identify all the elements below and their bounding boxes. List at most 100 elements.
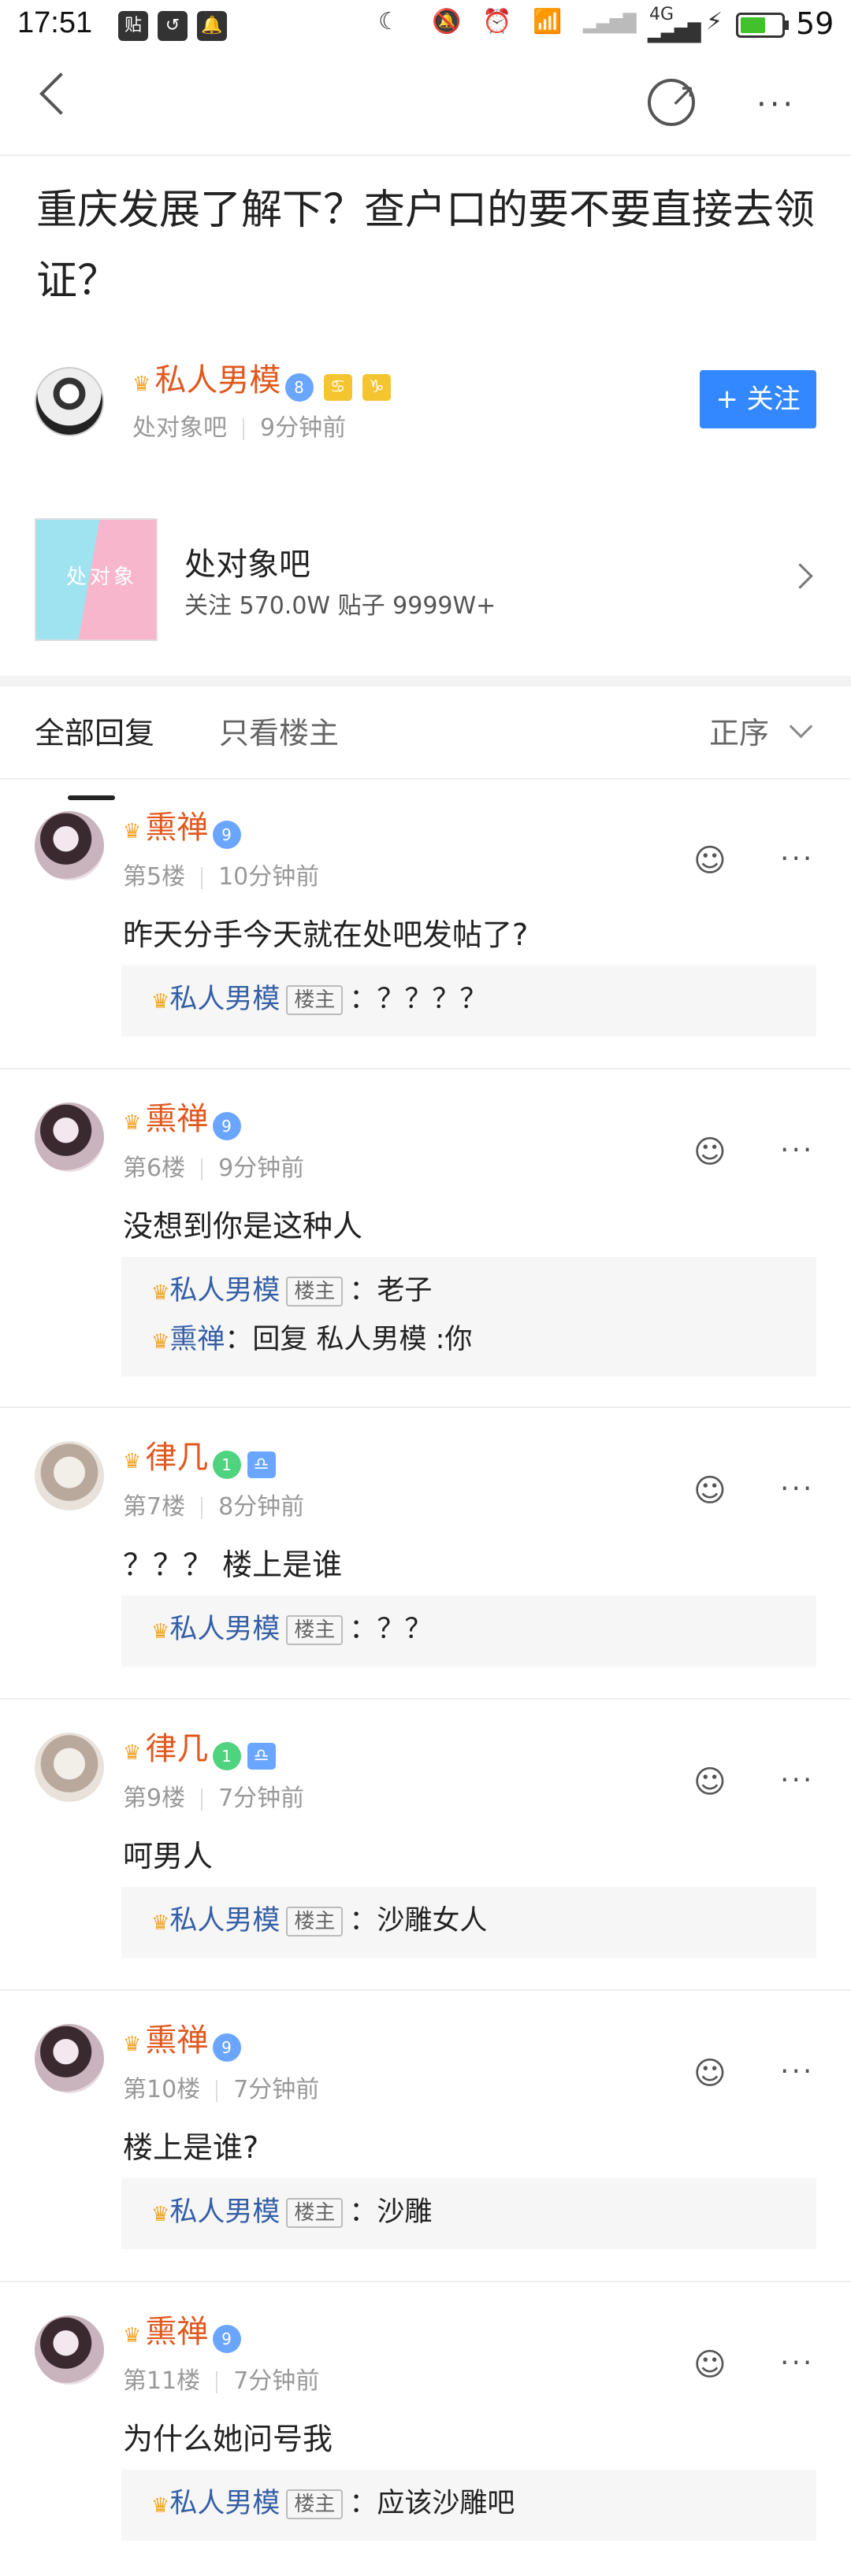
tab-all-replies[interactable]: 全部回复 bbox=[35, 709, 154, 752]
reply-content: 楼上是谁? bbox=[123, 2130, 259, 2165]
reply-name-row: ♛ 熏禅 9 bbox=[123, 2306, 241, 2353]
chevron-right-icon[interactable] bbox=[787, 563, 813, 589]
network-4g-icon: 4G bbox=[649, 5, 674, 24]
reply-emoji-icon[interactable]: ☺ bbox=[693, 2347, 727, 2383]
reply-more-icon[interactable]: ··· bbox=[780, 843, 814, 875]
reply-time: 9分钟前 bbox=[218, 1155, 305, 1182]
reply-author-name[interactable]: 律几 bbox=[145, 1731, 208, 1767]
reply-avatar[interactable] bbox=[35, 1103, 104, 1172]
sub-reply: ♛私人男模 楼主 ：沙雕 bbox=[151, 2189, 432, 2229]
zodiac-libra-icon: ♎ bbox=[247, 1742, 276, 1770]
reply-author-name[interactable]: 熏禅 bbox=[145, 2022, 208, 2059]
signal-icon: ▂▄▆█ bbox=[583, 14, 637, 34]
reply-emoji-icon[interactable]: ☺ bbox=[693, 1134, 727, 1170]
sub-reply-name[interactable]: 私人男模 bbox=[169, 1614, 280, 1645]
battery-percent: 59 bbox=[796, 6, 834, 41]
lz-badge: 楼主 bbox=[286, 2198, 344, 2228]
reply-author-name[interactable]: 熏禅 bbox=[145, 810, 208, 846]
crown-icon: ♛ bbox=[123, 1450, 142, 1473]
crown-icon: ♛ bbox=[151, 1620, 170, 1644]
sub-reply-name[interactable]: 私人男模 bbox=[169, 2488, 280, 2519]
reply-more-icon[interactable]: ··· bbox=[780, 2347, 814, 2379]
author-forum[interactable]: 处对象吧 bbox=[132, 414, 227, 442]
sub-reply-box[interactable]: ♛私人男模 楼主 ：老子 ♛熏禅：回复 私人男模 :你 bbox=[121, 1257, 816, 1377]
reply-time: 7分钟前 bbox=[233, 2076, 320, 2103]
lz-badge: 楼主 bbox=[286, 1907, 344, 1937]
sub-reply-name[interactable]: 私人男模 bbox=[169, 2196, 280, 2228]
reply-divider bbox=[0, 1407, 851, 1408]
reply-author-name[interactable]: 熏禅 bbox=[145, 2314, 208, 2350]
reply-emoji-icon[interactable]: ☺ bbox=[693, 1473, 727, 1509]
sub-reply-name[interactable]: 私人男模 bbox=[169, 1275, 280, 1307]
tab-lz-only[interactable]: 只看楼主 bbox=[219, 709, 339, 752]
crown-icon: ♛ bbox=[123, 1111, 142, 1135]
reply-name-row: ♛ 熏禅 9 bbox=[123, 1093, 241, 1140]
reply-meta: 第10楼 7分钟前 bbox=[123, 2070, 319, 2104]
forum-name[interactable]: 处对象吧 bbox=[184, 539, 310, 584]
chevron-down-icon[interactable] bbox=[789, 714, 813, 739]
status-time: 17:51 bbox=[17, 6, 93, 39]
reply-content: 为什么她问号我 bbox=[123, 2422, 333, 2456]
sub-reply-text: ：？？？？ bbox=[349, 984, 488, 1015]
wifi-icon: 📶 bbox=[533, 8, 563, 35]
author-avatar[interactable] bbox=[35, 367, 104, 436]
sub-reply-box[interactable]: ♛私人男模 楼主 ：沙雕 bbox=[121, 2178, 816, 2249]
reply-emoji-icon[interactable]: ☺ bbox=[693, 2055, 727, 2092]
sub-reply-box[interactable]: ♛私人男模 楼主：？？ bbox=[121, 1596, 816, 1666]
forum-image[interactable]: 处对象 bbox=[35, 518, 158, 641]
sub-reply-box[interactable]: ♛私人男模 楼主：？？？？ bbox=[121, 966, 816, 1036]
lz-badge: 楼主 bbox=[286, 985, 344, 1015]
reply-content: 昨天分手今天就在处吧发帖了? bbox=[123, 917, 529, 952]
top-nav bbox=[0, 54, 851, 156]
reply-more-icon[interactable]: ··· bbox=[780, 1134, 814, 1166]
reply-author-name[interactable]: 熏禅 bbox=[145, 1101, 208, 1137]
reply-content: ？？？ 楼上是谁 bbox=[123, 1547, 343, 1582]
sub-reply-text: ：老子 bbox=[349, 1275, 433, 1307]
tieba-notification-icon: 贴 bbox=[118, 11, 148, 41]
more-icon[interactable]: ··· bbox=[756, 87, 796, 123]
zodiac-cancer-icon: ♋ bbox=[323, 373, 352, 401]
reply-divider bbox=[0, 1068, 851, 1069]
reply-meta: 第11楼 7分钟前 bbox=[123, 2361, 319, 2396]
sub-reply-name[interactable]: 私人男模 bbox=[169, 1905, 280, 1937]
battery-cap bbox=[785, 20, 789, 30]
reply-content: 没想到你是这种人 bbox=[123, 1209, 363, 1244]
reply-avatar[interactable] bbox=[35, 1733, 104, 1802]
follow-button[interactable]: + 关注 bbox=[700, 370, 816, 428]
reply-avatar[interactable] bbox=[35, 1441, 104, 1510]
reply-floor: 第10楼 bbox=[123, 2076, 201, 2103]
crown-icon: ♛ bbox=[132, 373, 151, 396]
sub-reply-text: ：沙雕女人 bbox=[349, 1905, 488, 1937]
zodiac-capricorn-icon: ♑ bbox=[362, 373, 391, 401]
reply-floor: 第9楼 bbox=[123, 1785, 186, 1812]
share-arrow-icon: ↗ bbox=[670, 77, 697, 113]
sub-reply: ♛私人男模 楼主 ：老子 bbox=[151, 1268, 432, 1308]
sync-notification-icon: ↺ bbox=[158, 11, 188, 41]
crown-icon: ♛ bbox=[123, 2033, 142, 2056]
sub-reply: ♛私人男模 楼主 ：沙雕女人 bbox=[151, 1898, 487, 1938]
reply-more-icon[interactable]: ··· bbox=[780, 1473, 814, 1505]
reply-author-name[interactable]: 律几 bbox=[145, 1440, 208, 1476]
reply-avatar[interactable] bbox=[35, 2024, 104, 2093]
sub-reply-box[interactable]: ♛私人男模 楼主 ：沙雕女人 bbox=[121, 1887, 816, 1958]
reply-meta: 第6楼 9分钟前 bbox=[123, 1148, 304, 1183]
sort-dropdown[interactable]: 正序 bbox=[709, 709, 769, 752]
tab-underline bbox=[68, 795, 115, 800]
alarm-icon: ⏰ bbox=[482, 8, 512, 35]
reply-emoji-icon[interactable]: ☺ bbox=[693, 843, 727, 879]
reply-more-icon[interactable]: ··· bbox=[780, 1764, 814, 1796]
battery-icon bbox=[736, 13, 785, 38]
reply-time: 10分钟前 bbox=[218, 863, 320, 891]
crown-icon: ♛ bbox=[151, 1281, 170, 1305]
sub-reply-name[interactable]: 私人男模 bbox=[169, 984, 280, 1015]
sub-reply-box[interactable]: ♛私人男模 楼主 ：应该沙雕吧 bbox=[121, 2470, 816, 2541]
sub-reply-name[interactable]: 熏禅 bbox=[169, 1324, 225, 1355]
reply-more-icon[interactable]: ··· bbox=[780, 2055, 814, 2088]
reply-time: 8分钟前 bbox=[218, 1493, 305, 1521]
reply-emoji-icon[interactable]: ☺ bbox=[693, 1764, 727, 1800]
reply-avatar[interactable] bbox=[35, 2315, 104, 2385]
bell-notification-icon: 🔔 bbox=[197, 11, 227, 41]
author-name[interactable]: 私人男模 bbox=[154, 362, 281, 398]
reply-avatar[interactable] bbox=[35, 811, 104, 880]
forum-image-text: 处对象 bbox=[66, 565, 138, 589]
